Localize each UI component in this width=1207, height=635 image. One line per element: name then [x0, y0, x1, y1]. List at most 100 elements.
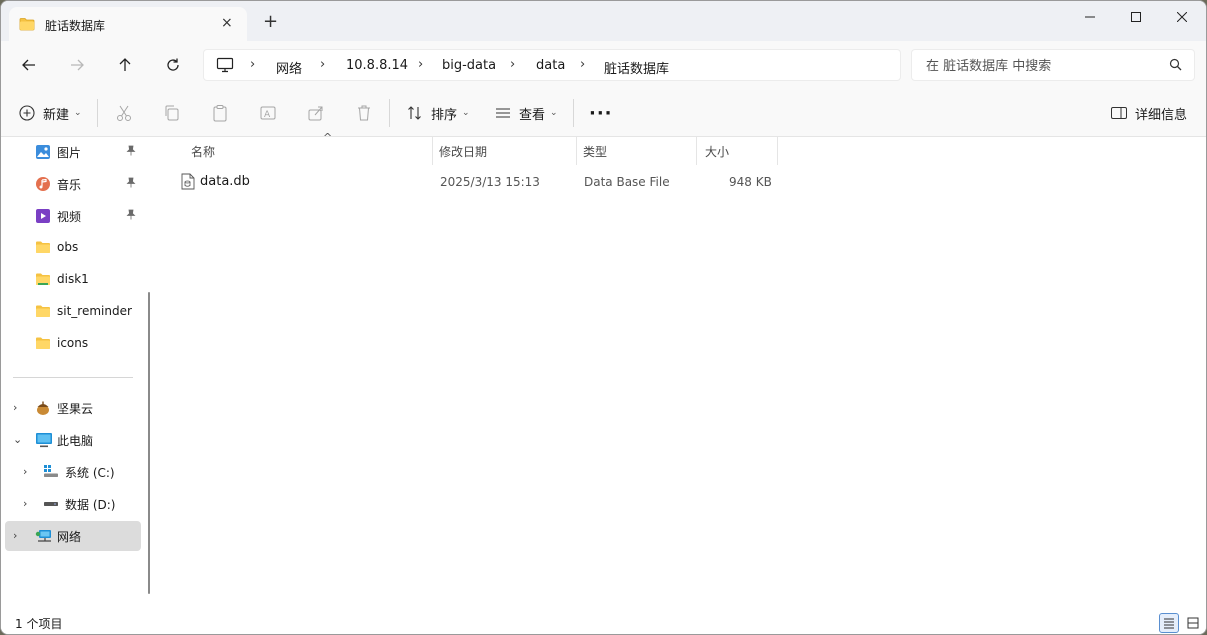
chevron-right-icon[interactable]: ›	[13, 529, 17, 542]
view-button[interactable]: 查看 ⌄	[495, 101, 558, 125]
system-drive-icon	[43, 464, 59, 482]
chevron-down-icon: ⌄	[550, 108, 558, 118]
close-window-button[interactable]	[1159, 1, 1205, 33]
folder-icon	[35, 272, 51, 290]
new-tab-button[interactable]: +	[263, 13, 278, 31]
sidebar-item-label: sit_reminder	[57, 304, 132, 318]
tab-title: 脏话数据库	[45, 19, 106, 33]
column-header-label: 修改日期	[439, 145, 488, 159]
folder-icon	[35, 304, 51, 322]
sidebar-item-music[interactable]: 音乐	[5, 169, 141, 199]
file-row[interactable]: data.db 2025/3/13 15:13 Data Base File 9…	[179, 171, 779, 193]
up-button[interactable]	[111, 51, 139, 79]
rename-button[interactable]: A	[259, 101, 277, 125]
sidebar-item-pictures[interactable]: 图片	[5, 137, 141, 167]
breadcrumb-current[interactable]: 脏话数据库	[604, 58, 669, 77]
sidebar-item-network[interactable]: › 网络	[5, 521, 141, 551]
folder-icon	[35, 240, 51, 258]
address-bar[interactable]: › 网络 › 10.8.8.14 › big-data › data › 脏话数…	[203, 49, 901, 81]
sidebar-item-nutstore[interactable]: › 坚果云	[5, 393, 141, 423]
pin-icon	[126, 177, 136, 192]
sidebar-item-obs[interactable]: obs	[5, 233, 141, 263]
breadcrumb-chevron-icon[interactable]: ›	[320, 57, 325, 72]
nutstore-icon	[35, 400, 51, 420]
search-box[interactable]	[911, 49, 1195, 81]
breadcrumb-chevron-icon[interactable]: ›	[510, 57, 515, 72]
arrow-right-icon	[71, 59, 84, 71]
sidebar-item-icons[interactable]: icons	[5, 329, 141, 359]
sidebar-item-drive-c[interactable]: › 系统 (C:)	[5, 457, 141, 487]
tab-current[interactable]: 脏话数据库 ×	[9, 7, 247, 41]
breadcrumb-data[interactable]: data	[536, 58, 565, 73]
sidebar-item-sit-reminder[interactable]: sit_reminder	[5, 297, 141, 327]
sort-icon	[408, 106, 421, 120]
drive-icon	[43, 496, 59, 514]
search-icon[interactable]	[1169, 58, 1182, 75]
delete-button[interactable]	[355, 101, 373, 125]
share-button[interactable]	[307, 101, 325, 125]
column-header-size[interactable]: 大小	[697, 137, 778, 165]
chevron-right-icon[interactable]: ›	[23, 497, 27, 510]
minimize-icon	[1085, 16, 1095, 18]
tab-strip: 脏话数据库 × +	[1, 1, 1206, 41]
details-pane-icon	[1111, 107, 1127, 119]
sidebar-item-drive-d[interactable]: › 数据 (D:)	[5, 489, 141, 519]
sidebar-item-this-pc[interactable]: ⌄ 此电脑	[5, 425, 141, 455]
sidebar-item-label: icons	[57, 336, 89, 350]
sidebar-scrollbar[interactable]	[148, 292, 150, 594]
column-header-modified[interactable]: 修改日期	[433, 137, 577, 165]
back-button[interactable]	[15, 51, 43, 79]
chevron-right-icon[interactable]: ›	[23, 465, 27, 478]
refresh-button[interactable]	[159, 51, 187, 79]
file-type: Data Base File	[584, 175, 670, 189]
chevron-down-icon: ⌄	[74, 108, 82, 118]
column-header-name[interactable]: ^ 名称	[179, 131, 433, 165]
share-icon	[308, 106, 323, 121]
arrow-up-icon	[119, 58, 131, 71]
breadcrumb-chevron-icon[interactable]: ›	[418, 57, 423, 72]
search-input[interactable]	[924, 56, 1158, 76]
minimize-button[interactable]	[1067, 1, 1113, 33]
copy-button[interactable]	[163, 101, 181, 125]
close-tab-button[interactable]: ×	[221, 15, 233, 31]
forward-button[interactable]	[63, 51, 91, 79]
sidebar-item-label: 系统 (C:)	[65, 466, 115, 480]
paste-button[interactable]	[211, 101, 229, 125]
sidebar-item-disk1[interactable]: disk1	[5, 265, 141, 295]
chevron-right-icon[interactable]: ›	[13, 401, 17, 414]
folder-icon	[19, 17, 35, 35]
trash-icon	[358, 105, 370, 121]
file-name[interactable]: data.db	[200, 174, 250, 189]
toolbar-divider	[389, 99, 390, 127]
more-options-button[interactable]: ···	[589, 101, 613, 125]
network-icon	[35, 528, 53, 548]
sidebar-item-label: 音乐	[57, 178, 82, 192]
music-icon	[35, 176, 51, 196]
refresh-icon	[167, 58, 179, 71]
close-icon	[1177, 12, 1187, 22]
sidebar-item-label: disk1	[57, 272, 89, 286]
details-pane-button[interactable]: 详细信息	[1111, 101, 1187, 125]
details-view-button[interactable]	[1159, 613, 1179, 633]
new-button[interactable]: 新建 ⌄	[19, 101, 82, 125]
maximize-button[interactable]	[1113, 1, 1159, 33]
cut-button[interactable]	[115, 101, 133, 125]
column-divider[interactable]	[777, 137, 778, 165]
breadcrumb-big-data[interactable]: big-data	[442, 58, 496, 73]
arrow-left-icon	[22, 59, 35, 71]
column-header-type[interactable]: 类型	[577, 137, 697, 165]
sidebar-item-videos[interactable]: 视频	[5, 201, 141, 231]
sidebar-divider	[13, 377, 133, 378]
details-pane-label: 详细信息	[1135, 107, 1188, 123]
tiles-view-button[interactable]	[1183, 613, 1203, 633]
breadcrumb-network[interactable]: 网络	[276, 58, 302, 77]
this-pc-icon	[35, 432, 53, 452]
navigation-pane: 图片 音乐 视频 obs disk1 sit_reminder icons › …	[1, 137, 153, 611]
rename-icon: A	[260, 106, 276, 120]
chevron-down-icon[interactable]: ⌄	[13, 433, 22, 446]
sort-button[interactable]: 排序 ⌄	[407, 101, 470, 125]
breadcrumb-chevron-icon[interactable]: ›	[580, 57, 585, 72]
breadcrumb-host[interactable]: 10.8.8.14	[346, 58, 408, 73]
pin-icon	[126, 209, 136, 224]
breadcrumb-chevron-icon[interactable]: ›	[250, 57, 255, 72]
